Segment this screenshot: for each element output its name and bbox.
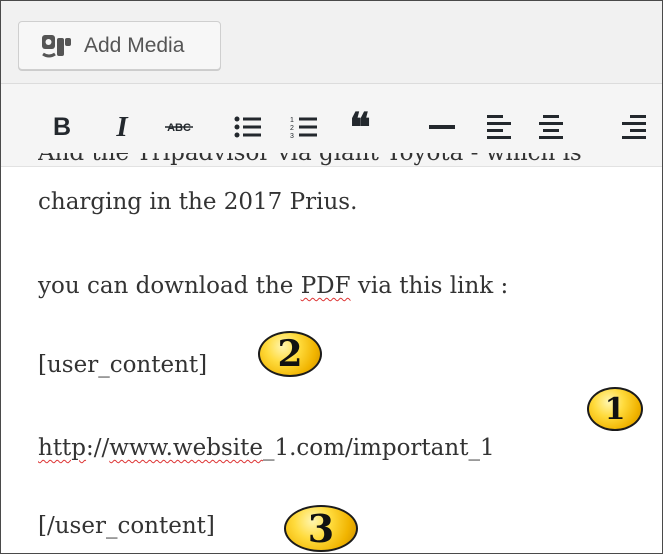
- text-segment: you can download the: [38, 273, 301, 299]
- svg-text:3: 3: [290, 133, 294, 140]
- add-media-icon: [42, 34, 71, 57]
- url-line: http://www.website_1.com/important_1: [38, 435, 495, 461]
- paragraph-line: charging in the 2017 Prius.: [38, 189, 358, 215]
- align-center-button[interactable]: [534, 109, 568, 145]
- url-segment: http: [38, 435, 87, 461]
- url-segment: _1.com/important_1: [262, 435, 495, 461]
- partial-text-line: And the Tripadvisor via giant Toyota - w…: [38, 153, 582, 166]
- annotation-badge-3: 3: [284, 505, 358, 552]
- align-left-icon: [487, 115, 511, 139]
- strikethrough-button[interactable]: ABC: [159, 109, 199, 145]
- bold-button[interactable]: B: [47, 109, 77, 145]
- align-center-icon: [539, 115, 563, 139]
- svg-text:ABC: ABC: [167, 122, 191, 134]
- italic-button[interactable]: I: [107, 109, 137, 145]
- url-segment: www.website: [109, 435, 263, 461]
- add-media-button[interactable]: Add Media: [18, 21, 221, 70]
- numbered-list-icon: 1 2 3: [290, 117, 317, 140]
- strikethrough-icon: ABC: [165, 122, 193, 134]
- blockquote-button[interactable]: ❝: [343, 105, 377, 150]
- horizontal-line-icon: [429, 125, 455, 129]
- annotation-badge-1: 1: [587, 387, 643, 431]
- text-segment: via this link :: [350, 273, 509, 299]
- editor-window: Add Media B I ABC 1 2 3 ❝ And the Tripad…: [0, 0, 663, 554]
- url-segment: ://: [86, 435, 110, 461]
- bulleted-list-button[interactable]: [231, 109, 265, 145]
- align-left-button[interactable]: [482, 109, 516, 145]
- align-right-button[interactable]: [617, 109, 651, 145]
- horizontal-line-button[interactable]: [425, 109, 459, 145]
- svg-text:2: 2: [290, 125, 294, 132]
- editor-content[interactable]: And the Tripadvisor via giant Toyota - w…: [1, 153, 662, 553]
- shortcode-open: [user_content]: [38, 352, 208, 378]
- paragraph-download: you can download the PDF via this link :: [38, 273, 508, 299]
- bullet-list-icon: [234, 116, 261, 138]
- align-right-icon: [622, 115, 646, 139]
- media-buttons-bar: Add Media: [1, 1, 662, 84]
- numbered-list-button[interactable]: 1 2 3: [287, 109, 321, 145]
- svg-text:1: 1: [290, 117, 294, 124]
- shortcode-close: [/user_content]: [38, 513, 215, 539]
- add-media-label: Add Media: [84, 33, 185, 57]
- annotation-badge-2: 2: [258, 331, 322, 377]
- pdf-word: PDF: [300, 273, 351, 299]
